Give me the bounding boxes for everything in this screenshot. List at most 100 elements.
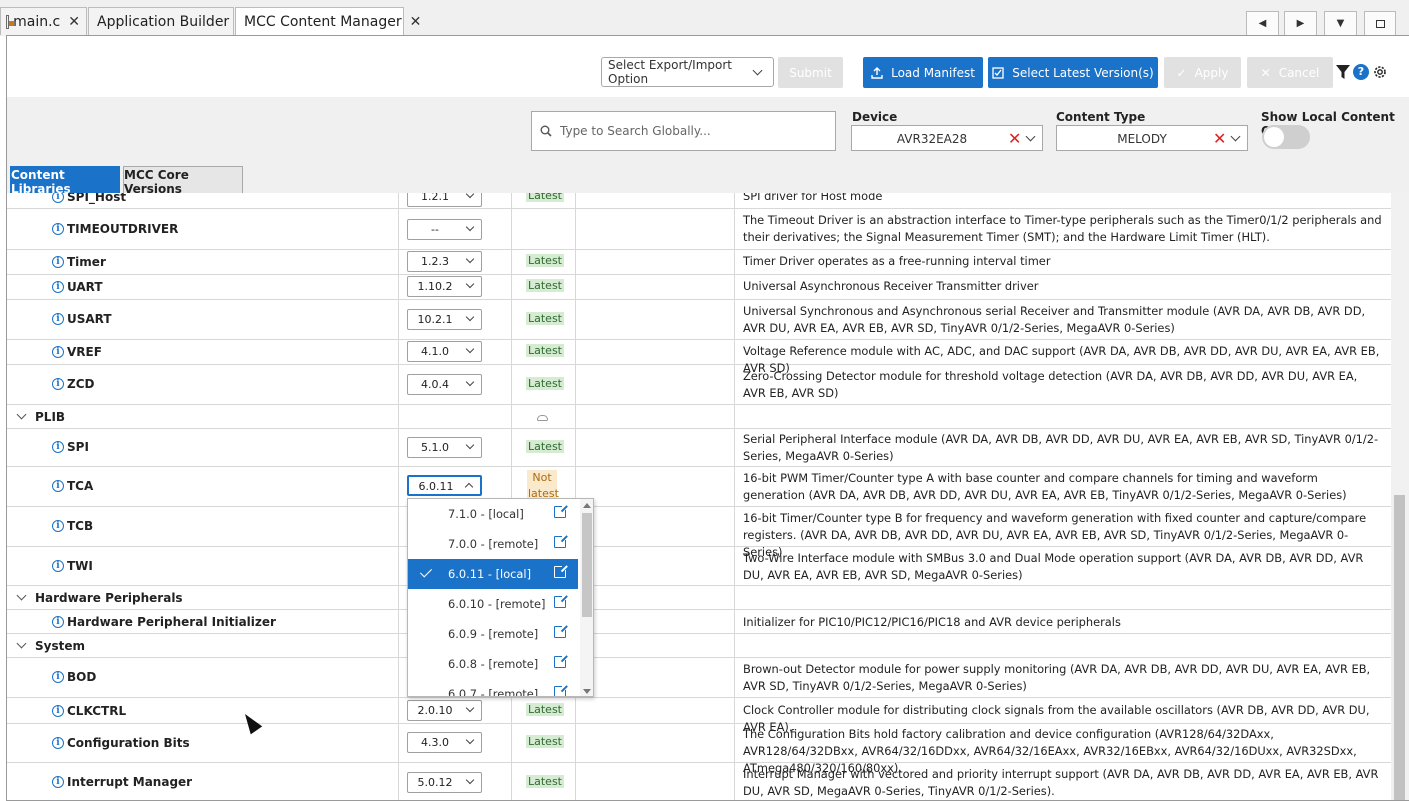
version-select[interactable]: 4.3.0: [407, 732, 482, 753]
category-row-system[interactable]: System: [7, 634, 1391, 658]
chevron-down-icon[interactable]: [16, 590, 27, 601]
device-select[interactable]: AVR32EA28 ✕: [851, 125, 1043, 151]
table-scrollbar[interactable]: [1391, 193, 1409, 800]
component-name: SPI: [67, 440, 89, 454]
external-link-icon[interactable]: [554, 504, 568, 518]
submit-button[interactable]: Submit: [778, 57, 843, 88]
info-icon[interactable]: i: [52, 480, 64, 492]
info-icon[interactable]: i: [52, 346, 64, 358]
global-search-input[interactable]: Type to Search Globally...: [531, 111, 836, 151]
editor-tab-main-c[interactable]: main.c ✕: [0, 7, 87, 35]
version-option[interactable]: 7.0.0 - [remote]: [408, 529, 578, 559]
external-link-icon[interactable]: [554, 564, 568, 578]
info-icon[interactable]: i: [52, 193, 64, 203]
info-icon[interactable]: i: [52, 441, 64, 453]
version-option[interactable]: 6.0.8 - [remote]: [408, 649, 578, 679]
export-import-select[interactable]: Select Export/Import Option: [601, 57, 774, 87]
version-select[interactable]: 5.1.0: [407, 437, 482, 458]
version-select[interactable]: 1.2.3: [407, 251, 482, 272]
x-icon: ✕: [1260, 65, 1271, 80]
scrollbar-thumb[interactable]: [1394, 495, 1405, 800]
external-link-icon[interactable]: [554, 624, 568, 638]
version-select[interactable]: 10.2.1: [407, 309, 482, 330]
info-icon[interactable]: i: [52, 705, 64, 717]
table-row[interactable]: i CLKCTRL 2.0.10 Latest Clock Controller…: [7, 698, 1391, 734]
version-dropdown-list[interactable]: 7.1.0 - [local] 7.0.0 - [remote] 6.0.11 …: [407, 498, 594, 697]
table-row[interactable]: i TWI Two-Wire Interface module with SMB…: [7, 547, 1391, 586]
version-option[interactable]: 6.0.9 - [remote]: [408, 619, 578, 649]
info-icon[interactable]: i: [52, 281, 64, 293]
select-latest-versions-button[interactable]: Select Latest Version(s): [988, 57, 1158, 88]
table-row[interactable]: i TCA 6.0.11 Not latest 16-bit PWM Timer…: [7, 467, 1391, 507]
external-link-icon[interactable]: [554, 534, 568, 548]
category-row-hardware-peripherals[interactable]: Hardware Peripherals: [7, 586, 1391, 610]
table-row[interactable]: i TIMEOUTDRIVER -- The Timeout Driver is…: [7, 209, 1391, 250]
category-row-plib[interactable]: PLIB: [7, 405, 1391, 429]
version-select[interactable]: --: [407, 219, 482, 240]
status-badge: Latest: [526, 193, 564, 202]
close-icon[interactable]: ✕: [68, 14, 80, 30]
content-type-select[interactable]: MELODY ✕: [1056, 125, 1248, 151]
info-icon[interactable]: i: [52, 616, 64, 628]
table-row[interactable]: i TCB 16-bit Timer/Counter type B for fr…: [7, 507, 1391, 559]
info-icon[interactable]: i: [52, 776, 64, 788]
table-row[interactable]: i BOD Brown-out Detector module for powe…: [7, 658, 1391, 698]
gear-icon[interactable]: [1371, 63, 1389, 81]
chevron-down-icon[interactable]: [16, 409, 27, 420]
table-row[interactable]: i Configuration Bits 4.3.0 Latest The Co…: [7, 724, 1391, 775]
scroll-tabs-left-button[interactable]: ◀: [1246, 11, 1279, 35]
version-option[interactable]: 6.0.10 - [remote]: [408, 589, 578, 619]
help-icon[interactable]: ?: [1352, 63, 1370, 81]
version-option-selected[interactable]: 6.0.11 - [local]: [408, 559, 578, 589]
clear-icon[interactable]: ✕: [1008, 129, 1021, 148]
table-row[interactable]: i Hardware Peripheral Initializer Initia…: [7, 610, 1391, 634]
version-select[interactable]: 1.10.2: [407, 276, 482, 297]
external-link-icon[interactable]: [554, 654, 568, 668]
table-row[interactable]: i SPI_Host 1.2.1 Latest SPI driver for H…: [7, 193, 1391, 209]
table-row[interactable]: i VREF 4.1.0 Latest Voltage Reference mo…: [7, 340, 1391, 375]
table-row[interactable]: i USART 10.2.1 Latest Universal Synchron…: [7, 300, 1391, 340]
info-icon[interactable]: i: [52, 560, 64, 572]
scrollbar-thumb[interactable]: [582, 513, 592, 617]
info-icon[interactable]: i: [52, 520, 64, 532]
version-select[interactable]: 6.0.11: [407, 475, 482, 496]
clear-icon[interactable]: ✕: [1213, 129, 1226, 148]
dropdown-scrollbar[interactable]: [580, 499, 593, 696]
info-icon[interactable]: i: [52, 223, 64, 235]
version-select[interactable]: 4.0.4: [407, 374, 482, 395]
scroll-down-icon[interactable]: [583, 689, 591, 694]
info-icon[interactable]: i: [52, 313, 64, 325]
version-select[interactable]: 2.0.10: [407, 700, 482, 721]
external-link-icon[interactable]: [554, 684, 568, 696]
info-icon[interactable]: i: [52, 671, 64, 683]
external-link-icon[interactable]: [554, 594, 568, 608]
version-select[interactable]: 4.1.0: [407, 341, 482, 362]
tab-content-libraries[interactable]: Content Libraries: [10, 166, 120, 196]
chevron-down-icon[interactable]: [16, 638, 27, 649]
version-select[interactable]: 1.2.1: [407, 193, 482, 207]
info-icon[interactable]: i: [52, 737, 64, 749]
table-row[interactable]: i ZCD 4.0.4 Latest Zero-Crossing Detecto…: [7, 365, 1391, 405]
editor-tab-mcc-content-manager[interactable]: MCC Content Manager ✕: [235, 7, 421, 36]
info-icon[interactable]: i: [52, 256, 64, 268]
table-row[interactable]: i Timer 1.2.3 Latest Timer Driver operat…: [7, 250, 1391, 275]
version-select[interactable]: 5.0.12: [407, 772, 482, 793]
version-option[interactable]: 6.0.7 - [remote]: [408, 679, 578, 696]
scroll-tabs-right-button[interactable]: ▶: [1284, 11, 1317, 35]
maximize-button[interactable]: [1364, 11, 1396, 35]
tab-list-button[interactable]: ▼: [1324, 11, 1357, 35]
cancel-button[interactable]: ✕ Cancel: [1247, 57, 1333, 88]
tab-mcc-core-versions[interactable]: MCC Core Versions: [123, 166, 243, 196]
table-row[interactable]: i Interrupt Manager 5.0.12 Latest Interr…: [7, 763, 1391, 800]
editor-tab-application-builder[interactable]: Application Builder ✕: [88, 7, 249, 35]
apply-button[interactable]: ✓ Apply: [1164, 57, 1241, 88]
table-row[interactable]: i SPI 5.1.0 Latest Serial Peripheral Int…: [7, 429, 1391, 467]
info-icon[interactable]: i: [52, 378, 64, 390]
filter-icon[interactable]: [1334, 63, 1352, 81]
version-option[interactable]: 7.1.0 - [local]: [408, 499, 578, 529]
scroll-up-icon[interactable]: [583, 503, 591, 508]
show-local-only-toggle[interactable]: [1262, 125, 1310, 149]
close-icon[interactable]: ✕: [410, 14, 422, 30]
load-manifest-button[interactable]: Load Manifest: [863, 57, 983, 88]
table-row[interactable]: i UART 1.10.2 Latest Universal Asynchron…: [7, 275, 1391, 300]
